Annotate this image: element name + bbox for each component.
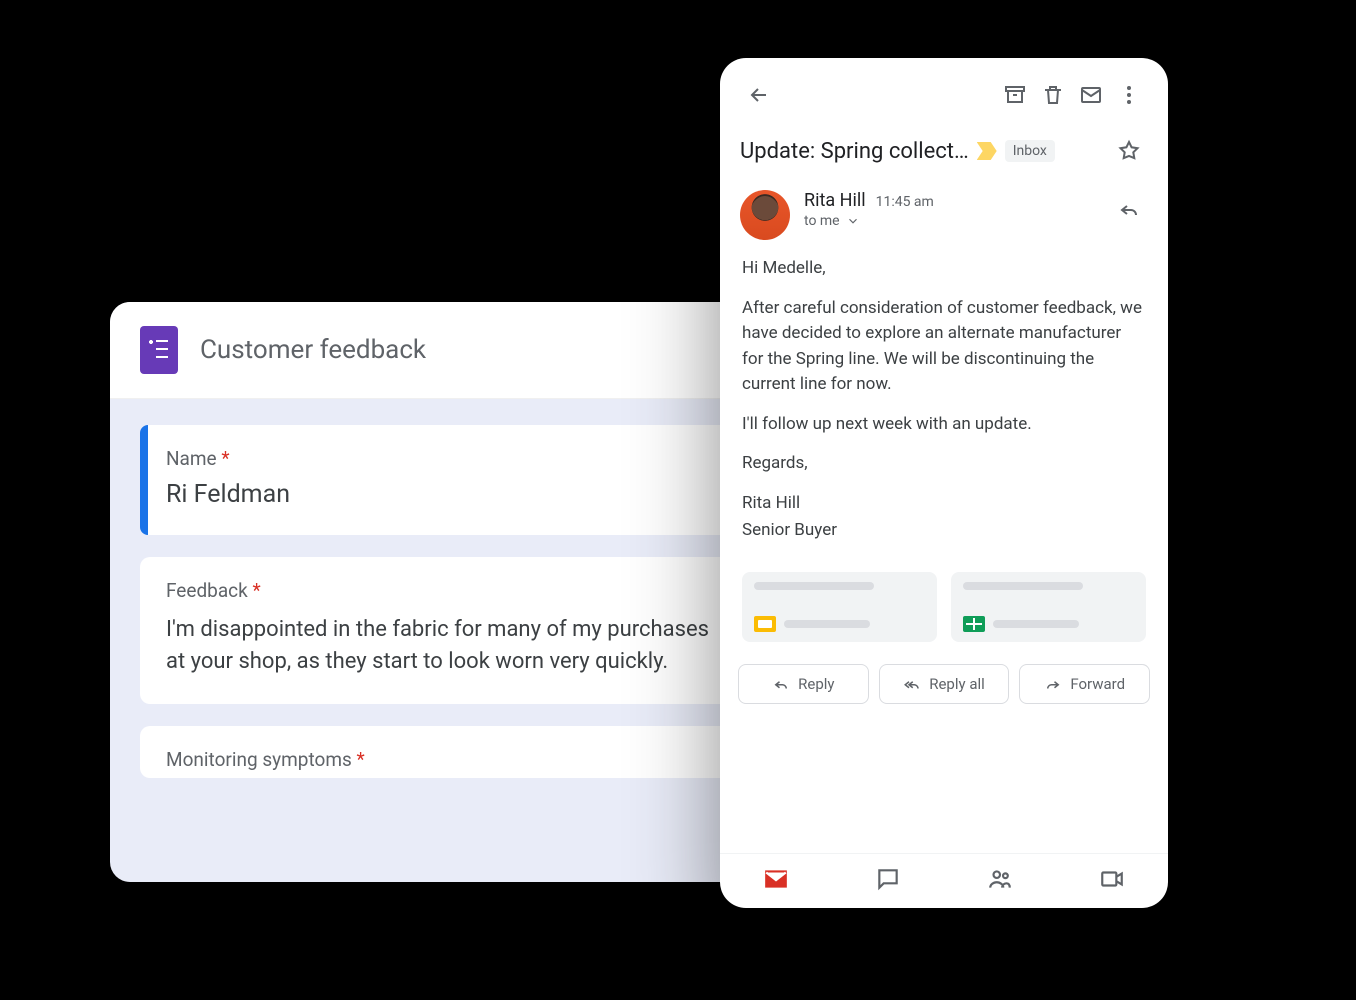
to-label: to me (804, 213, 840, 229)
gmail-window: Update: Spring collect… Inbox Rita Hill … (720, 58, 1168, 908)
important-marker-icon[interactable] (977, 142, 997, 160)
question-label: Feedback * (166, 579, 724, 602)
form-question-monitoring[interactable]: Monitoring symptoms * (140, 726, 750, 778)
reply-all-button[interactable]: Reply all (879, 664, 1010, 704)
feedback-text[interactable]: I'm disappointed in the fabric for many … (166, 614, 724, 678)
attachments-row (720, 558, 1168, 658)
forward-label: Forward (1070, 675, 1125, 693)
signature-title: Senior Buyer (742, 518, 1146, 544)
form-question-name[interactable]: Name * Ri Feldman (140, 425, 750, 535)
required-asterisk: * (221, 447, 229, 470)
archive-button[interactable] (996, 76, 1034, 114)
closing: Regards, (742, 451, 1146, 477)
reply-all-label: Reply all (929, 675, 985, 693)
placeholder-bar (993, 620, 1079, 628)
question-label: Monitoring symptoms * (166, 748, 724, 771)
nav-spaces[interactable] (944, 866, 1056, 892)
mark-unread-button[interactable] (1072, 76, 1110, 114)
label-text: Feedback (166, 579, 248, 602)
forward-arrow-icon (1044, 675, 1062, 693)
label-text: Name (166, 447, 217, 470)
greeting: Hi Medelle, (742, 256, 1146, 282)
question-label: Name * (166, 447, 724, 470)
gmail-toolbar (720, 58, 1168, 122)
recipient-dropdown[interactable]: to me (804, 213, 1096, 229)
delete-button[interactable] (1034, 76, 1072, 114)
mail-icon (763, 866, 789, 892)
star-button[interactable] (1110, 132, 1148, 170)
chat-icon (875, 866, 901, 892)
forms-title: Customer feedback (200, 335, 426, 365)
forms-body: Name * Ri Feldman Feedback * I'm disappo… (110, 399, 780, 826)
placeholder-bar (754, 582, 874, 590)
form-question-feedback[interactable]: Feedback * I'm disappointed in the fabri… (140, 557, 750, 704)
sender-name: Rita Hill (804, 190, 866, 211)
reply-button[interactable]: Reply (738, 664, 869, 704)
sender-block: Rita Hill 11:45 am to me (720, 184, 1168, 256)
chevron-down-icon (846, 214, 860, 228)
slides-icon (754, 616, 776, 632)
email-body: Hi Medelle, After careful consideration … (720, 256, 1168, 558)
forward-button[interactable]: Forward (1019, 664, 1150, 704)
required-asterisk: * (252, 579, 260, 602)
body-p1: After careful consideration of customer … (742, 296, 1146, 398)
nav-meet[interactable] (1056, 866, 1168, 892)
reply-label: Reply (798, 675, 834, 693)
required-asterisk: * (357, 748, 365, 771)
attachment-sheets[interactable] (951, 572, 1146, 642)
back-button[interactable] (740, 76, 778, 114)
forms-header: Customer feedback (110, 302, 780, 399)
signature-name: Rita Hill (742, 491, 1146, 517)
more-menu-button[interactable] (1110, 76, 1148, 114)
nav-chat[interactable] (832, 866, 944, 892)
sender-meta: Rita Hill 11:45 am to me (804, 190, 1096, 229)
subject-row: Update: Spring collect… Inbox (720, 122, 1168, 184)
sheets-icon (963, 616, 985, 632)
bottom-nav (720, 853, 1168, 908)
people-icon (987, 866, 1013, 892)
reply-all-arrow-icon (903, 675, 921, 693)
attachment-slides[interactable] (742, 572, 937, 642)
nav-mail[interactable] (720, 866, 832, 892)
placeholder-bar (963, 582, 1083, 590)
name-input-value[interactable]: Ri Feldman (166, 480, 724, 509)
label-text: Monitoring symptoms (166, 748, 352, 771)
forms-app-icon (140, 326, 178, 374)
reply-actions: Reply Reply all Forward (720, 658, 1168, 722)
reply-arrow-icon (772, 675, 790, 693)
body-p2: I'll follow up next week with an update. (742, 412, 1146, 438)
placeholder-bar (784, 620, 870, 628)
sender-time: 11:45 am (876, 194, 934, 210)
reply-icon-button[interactable] (1110, 190, 1148, 228)
sender-avatar[interactable] (740, 190, 790, 240)
video-icon (1099, 866, 1125, 892)
inbox-label-chip[interactable]: Inbox (1005, 140, 1055, 162)
forms-window: Customer feedback Name * Ri Feldman Feed… (110, 302, 780, 882)
email-subject: Update: Spring collect… (740, 139, 969, 164)
